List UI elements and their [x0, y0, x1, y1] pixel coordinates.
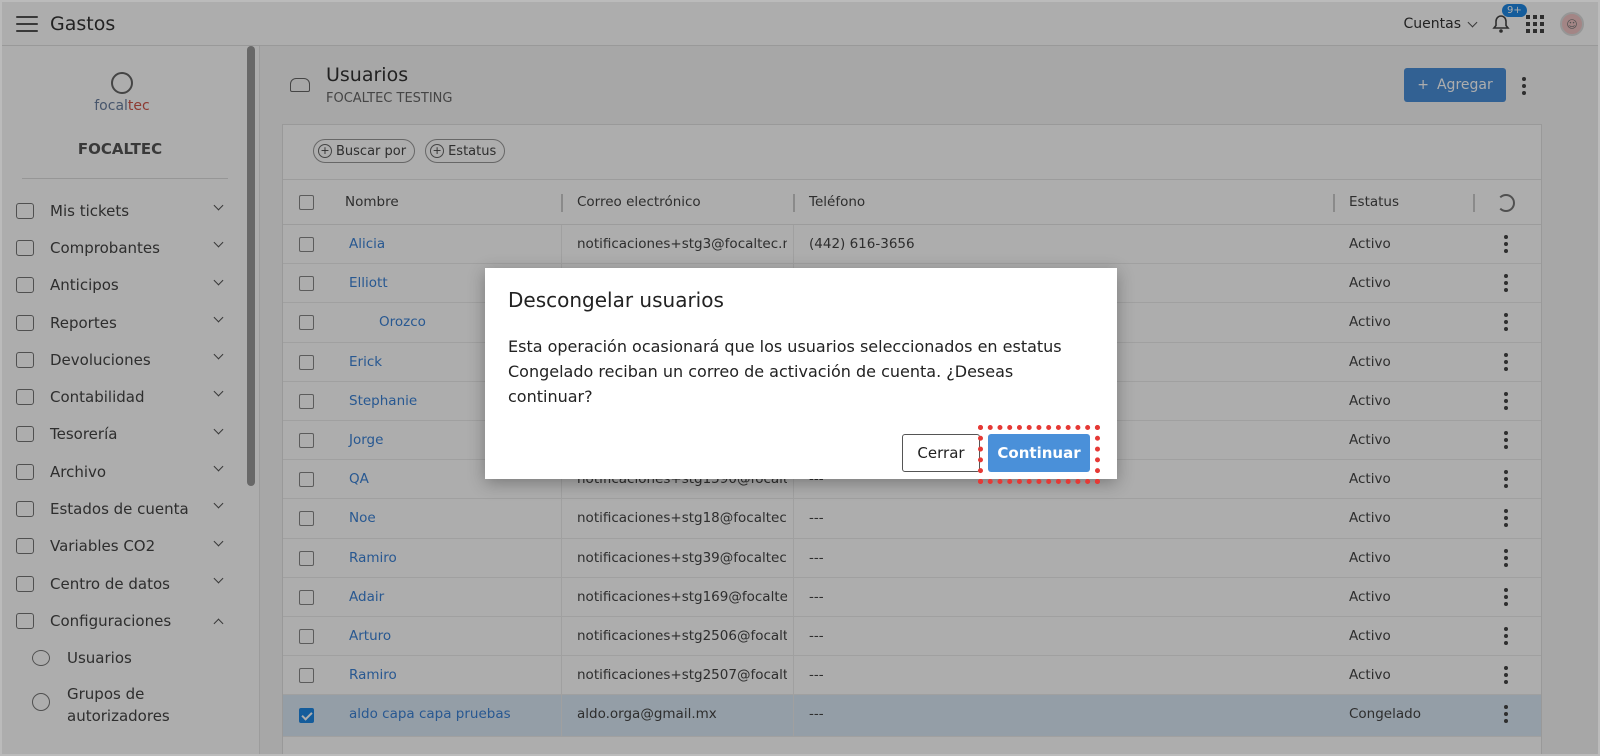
- dialog-message: Esta operación ocasionará que los usuari…: [508, 337, 1062, 406]
- highlight-box: [978, 425, 1100, 484]
- dialog-title: Descongelar usuarios: [508, 288, 724, 312]
- close-button[interactable]: Cerrar: [902, 434, 980, 472]
- app-window: Gastos Cuentas 9+ ☺ focaltec FOCALTEC Mi…: [0, 0, 1600, 756]
